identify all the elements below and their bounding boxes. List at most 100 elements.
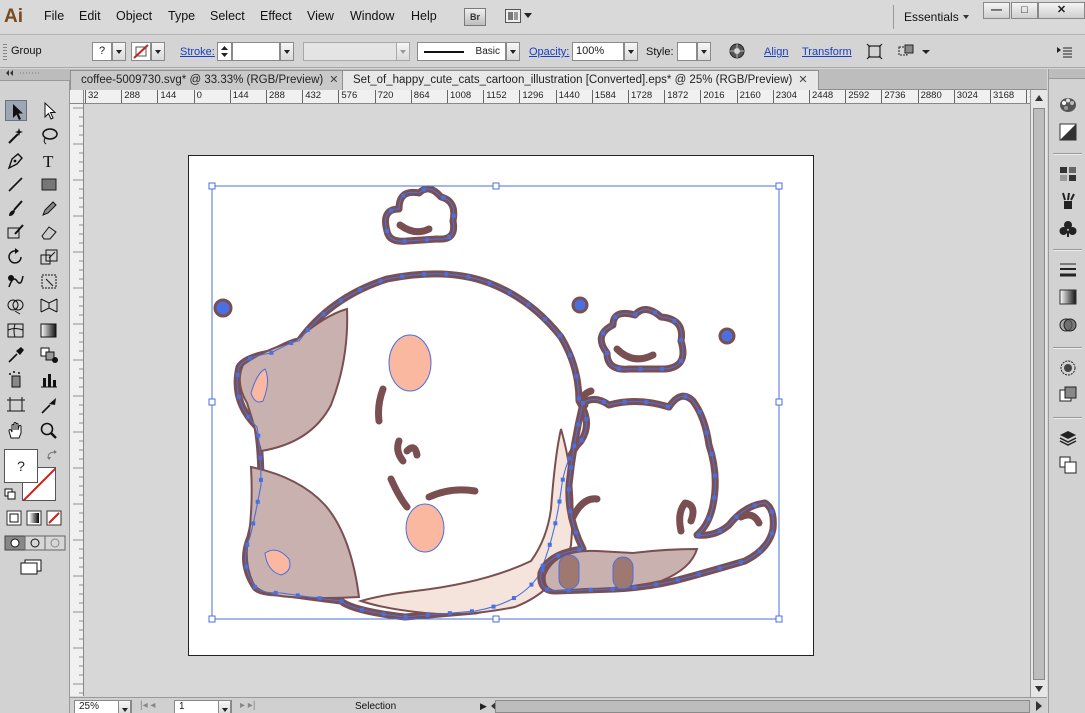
anchor-point[interactable] bbox=[269, 350, 274, 355]
anchor-point[interactable] bbox=[613, 314, 618, 319]
anchor-point[interactable] bbox=[447, 611, 452, 616]
canvas[interactable]: .ol { fill: none; stroke: #7a4f52; strok… bbox=[85, 105, 1030, 696]
anchor-point[interactable] bbox=[675, 578, 680, 583]
align-panel-link[interactable]: Align bbox=[764, 46, 788, 58]
rotate-tool-icon[interactable] bbox=[5, 247, 27, 268]
anchor-point[interactable] bbox=[321, 312, 326, 317]
cat-large[interactable] bbox=[233, 270, 590, 621]
scale-tool-icon[interactable] bbox=[38, 247, 60, 268]
panel-grip-icon[interactable] bbox=[3, 44, 7, 60]
color-guide-panel-icon[interactable] bbox=[1059, 123, 1077, 141]
transform-panel-link[interactable]: Transform bbox=[802, 46, 852, 58]
anchor-point[interactable] bbox=[487, 281, 492, 286]
artboards-panel-icon[interactable] bbox=[1059, 456, 1077, 474]
resize-handle[interactable] bbox=[775, 615, 783, 623]
anchor-point[interactable] bbox=[338, 298, 343, 303]
column-graph-tool-icon[interactable] bbox=[38, 369, 60, 390]
menu-view[interactable]: View bbox=[307, 9, 334, 23]
resize-handle[interactable] bbox=[208, 615, 216, 623]
artboard-dropdown[interactable] bbox=[218, 700, 231, 713]
stroke-weight-stepper[interactable] bbox=[217, 42, 232, 61]
anchor-point[interactable] bbox=[660, 367, 665, 371]
anchor-point[interactable] bbox=[704, 430, 709, 435]
workspace-switcher[interactable]: Essentials bbox=[904, 10, 959, 24]
anchor-point[interactable] bbox=[644, 400, 649, 405]
bridge-button[interactable]: Br bbox=[464, 8, 486, 26]
anchor-point[interactable] bbox=[581, 401, 585, 405]
graphic-style-swatch[interactable] bbox=[677, 42, 697, 61]
opacity-input[interactable]: 100% bbox=[572, 42, 624, 61]
anchor-point[interactable] bbox=[469, 609, 474, 614]
slice-tool-icon[interactable] bbox=[38, 395, 60, 416]
anchor-point[interactable] bbox=[576, 422, 581, 427]
anchor-point[interactable] bbox=[679, 337, 684, 342]
artwork[interactable]: .ol { fill: none; stroke: #7a4f52; strok… bbox=[85, 105, 1030, 696]
anchor-point[interactable] bbox=[255, 499, 260, 504]
chevron-down-icon[interactable] bbox=[963, 15, 969, 19]
brush-definition-field[interactable]: Basic bbox=[417, 42, 506, 61]
resize-handle[interactable] bbox=[492, 615, 500, 623]
anchor-point[interactable] bbox=[466, 275, 471, 280]
zoom-tool-icon[interactable] bbox=[38, 420, 60, 441]
anchor-point[interactable] bbox=[540, 568, 545, 573]
minimize-button[interactable]: — bbox=[983, 2, 1010, 19]
anchor-point[interactable] bbox=[738, 560, 743, 565]
anchor-point[interactable] bbox=[713, 473, 718, 478]
anchor-point[interactable] bbox=[447, 235, 452, 240]
mesh-tool-icon[interactable] bbox=[5, 320, 27, 341]
anchor-point[interactable] bbox=[451, 213, 456, 218]
pen-tool-icon[interactable] bbox=[5, 150, 27, 171]
anchor-point[interactable] bbox=[568, 509, 573, 514]
anchor-point[interactable] bbox=[769, 509, 774, 514]
default-fill-stroke-icon[interactable] bbox=[4, 488, 16, 500]
warp-tool-icon[interactable] bbox=[5, 271, 27, 292]
anchor-point[interactable] bbox=[574, 374, 579, 379]
anchor-point[interactable] bbox=[752, 503, 757, 508]
menu-window[interactable]: Window bbox=[350, 9, 394, 23]
opacity-panel-link[interactable]: Opacity: bbox=[529, 46, 569, 58]
anchor-point[interactable] bbox=[381, 612, 386, 617]
anchor-point[interactable] bbox=[491, 604, 496, 609]
anchor-point[interactable] bbox=[444, 272, 449, 277]
anchor-point[interactable] bbox=[235, 372, 240, 377]
anchor-point[interactable] bbox=[584, 417, 589, 422]
anchor-point[interactable] bbox=[401, 193, 406, 198]
scroll-up-icon[interactable] bbox=[1035, 95, 1043, 101]
anchor-point[interactable] bbox=[616, 366, 621, 371]
pencil-tool-icon[interactable] bbox=[38, 198, 60, 219]
anchor-point[interactable] bbox=[529, 582, 534, 587]
anchor-point[interactable] bbox=[569, 465, 574, 470]
anchor-point[interactable] bbox=[605, 351, 609, 355]
screen-mode-icon[interactable] bbox=[20, 559, 42, 575]
anchor-point[interactable] bbox=[358, 287, 363, 292]
anchor-point[interactable] bbox=[545, 587, 550, 592]
anchor-point[interactable] bbox=[526, 302, 531, 307]
anchor-point[interactable] bbox=[696, 572, 701, 577]
scroll-down-icon[interactable] bbox=[1035, 686, 1043, 692]
anchor-point[interactable] bbox=[706, 516, 711, 521]
zoom-dropdown[interactable] bbox=[118, 700, 131, 713]
anchor-point[interactable] bbox=[378, 279, 383, 284]
direct-selection-tool-icon[interactable] bbox=[38, 100, 60, 121]
blob-brush-tool-icon[interactable] bbox=[5, 222, 27, 243]
anchor-point[interactable] bbox=[389, 208, 394, 213]
scroll-right-icon[interactable] bbox=[1036, 701, 1042, 711]
eraser-tool-icon[interactable] bbox=[38, 222, 60, 243]
anchor-point[interactable] bbox=[385, 229, 389, 233]
resize-handle[interactable] bbox=[208, 398, 216, 406]
vertical-ruler[interactable] bbox=[70, 104, 84, 696]
anchor-point[interactable] bbox=[588, 587, 593, 592]
anchor-point[interactable] bbox=[610, 587, 615, 592]
anchor-point[interactable] bbox=[248, 356, 253, 361]
anchor-point[interactable] bbox=[540, 563, 545, 568]
resize-handle[interactable] bbox=[775, 182, 783, 190]
anchor-point[interactable] bbox=[425, 237, 430, 242]
anchor-point[interactable] bbox=[757, 549, 762, 554]
menu-object[interactable]: Object bbox=[116, 9, 152, 23]
gradient-tool-icon[interactable] bbox=[38, 320, 60, 341]
stroke-weight-input[interactable] bbox=[232, 42, 280, 61]
tab-document-1[interactable]: coffee-5009730.svg* @ 33.33% (RGB/Previe… bbox=[70, 70, 350, 90]
anchor-point[interactable] bbox=[236, 394, 241, 399]
stroke-color-swatch[interactable] bbox=[131, 42, 151, 61]
anchor-point[interactable] bbox=[557, 333, 562, 338]
